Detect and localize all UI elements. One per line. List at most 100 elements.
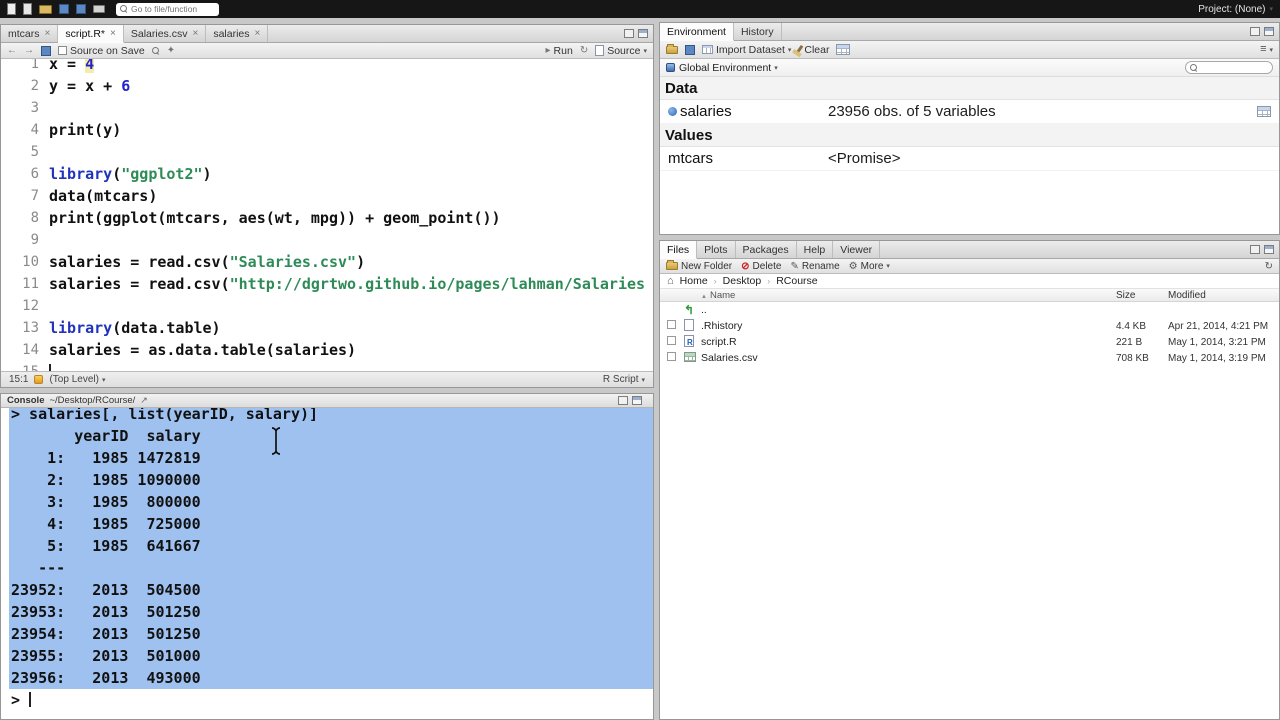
console-output-line: 23956: 2013 493000: [9, 667, 653, 689]
console-output[interactable]: > salaries[, list(yearID, salary)] yearI…: [1, 408, 653, 719]
save-all-icon[interactable]: [76, 4, 86, 14]
console-prompt-line[interactable]: >: [1, 689, 653, 711]
tab-mtcars[interactable]: mtcars ×: [1, 25, 59, 42]
tab-help[interactable]: Help: [797, 241, 834, 258]
rename-button[interactable]: ✎ Rename: [790, 261, 839, 272]
code-line[interactable]: 5: [1, 141, 653, 163]
file-name[interactable]: Salaries.csv: [701, 352, 1116, 364]
project-menu[interactable]: Project: (None) ▾: [1198, 4, 1273, 15]
scope-selector[interactable]: (Top Level) ▾: [49, 374, 105, 385]
environment-search[interactable]: [1185, 61, 1273, 74]
code-line[interactable]: 11 salaries = read.csv("http://dgrtwo.git…: [1, 273, 653, 295]
breadcrumb-item[interactable]: Desktop: [723, 275, 762, 287]
environment-search-input[interactable]: [1201, 62, 1267, 73]
tab-viewer[interactable]: Viewer: [833, 241, 881, 258]
code-line[interactable]: 4 print(y): [1, 119, 653, 141]
minimize-pane-icon[interactable]: [1250, 27, 1260, 36]
minimize-pane-icon[interactable]: [624, 29, 634, 38]
new-project-icon[interactable]: [23, 3, 32, 15]
tab-salaries-csv[interactable]: Salaries.csv ×: [124, 25, 207, 42]
close-tab-icon[interactable]: ×: [255, 28, 261, 39]
source-on-save-toggle[interactable]: Source on Save: [58, 45, 145, 57]
file-name[interactable]: ..: [701, 304, 1116, 316]
minimize-pane-icon[interactable]: [1250, 245, 1260, 254]
source-button[interactable]: Source ▾: [595, 45, 647, 57]
save-workspace-icon[interactable]: [685, 44, 695, 55]
rstudio-window: Project: (None) ▾ mtcars×script.R*×Salar…: [0, 0, 1280, 720]
file-row[interactable]: script.R 221 B May 1, 2014, 3:21 PM: [660, 334, 1279, 350]
forward-icon[interactable]: →: [24, 45, 34, 56]
env-object-row[interactable]: salaries 23956 obs. of 5 variables: [660, 100, 1279, 124]
find-replace-icon[interactable]: [151, 46, 160, 55]
save-icon[interactable]: [59, 4, 69, 14]
breadcrumb-item[interactable]: Home: [680, 275, 708, 287]
file-row[interactable]: Salaries.csv 708 KB May 1, 2014, 3:19 PM: [660, 350, 1279, 366]
back-icon[interactable]: ←: [7, 45, 17, 56]
code-line[interactable]: 10 salaries = read.csv("Salaries.csv"): [1, 251, 653, 273]
maximize-pane-icon[interactable]: [638, 29, 648, 38]
environment-scope-selector[interactable]: Global Environment ▾: [679, 62, 778, 74]
print-icon[interactable]: [93, 5, 105, 13]
code-line[interactable]: 9: [1, 229, 653, 251]
doc-type-selector[interactable]: R Script ▾: [603, 374, 645, 385]
new-file-icon[interactable]: [7, 3, 16, 15]
goto-file-search[interactable]: [116, 2, 219, 16]
goto-file-input[interactable]: [131, 4, 215, 14]
tab-files[interactable]: Files: [660, 241, 698, 259]
delete-button[interactable]: ⊘ Delete: [741, 261, 781, 272]
close-tab-icon[interactable]: ×: [45, 28, 51, 39]
checkbox-icon[interactable]: [58, 46, 67, 55]
maximize-pane-icon[interactable]: [1264, 27, 1274, 36]
file-checkbox[interactable]: [667, 352, 676, 361]
tab-environment[interactable]: Environment: [660, 23, 734, 41]
rerun-icon[interactable]: ↻: [580, 45, 588, 56]
code-line[interactable]: 14 salaries = as.data.table(salaries): [1, 339, 653, 361]
tab-packages[interactable]: Packages: [736, 241, 797, 258]
env-object-row[interactable]: mtcars <Promise>: [660, 147, 1279, 171]
minimize-pane-icon[interactable]: [618, 396, 628, 405]
tab-script-r[interactable]: script.R* ×: [58, 25, 124, 43]
code-line[interactable]: 3: [1, 97, 653, 119]
code-line[interactable]: 13 library(data.table): [1, 317, 653, 339]
file-checkbox[interactable]: [667, 336, 676, 345]
tab-salaries[interactable]: salaries ×: [206, 25, 269, 42]
close-tab-icon[interactable]: ×: [110, 28, 116, 39]
new-folder-button[interactable]: New Folder: [666, 260, 732, 272]
code-line[interactable]: 12: [1, 295, 653, 317]
file-row[interactable]: .Rhistory 4.4 KB Apr 21, 2014, 4:21 PM: [660, 318, 1279, 334]
popout-icon[interactable]: ↗: [140, 395, 148, 406]
tab-history[interactable]: History: [734, 23, 782, 40]
environment-scope-row: Global Environment ▾: [660, 59, 1279, 77]
file-name[interactable]: .Rhistory: [701, 320, 1116, 332]
run-button[interactable]: ▸ Run: [546, 45, 573, 57]
refresh-icon[interactable]: ↻: [1265, 261, 1273, 272]
file-checkbox[interactable]: [667, 320, 676, 329]
save-document-icon[interactable]: [41, 45, 51, 56]
load-workspace-icon[interactable]: [666, 43, 678, 54]
grid-view-icon[interactable]: [836, 44, 851, 55]
tab-plots[interactable]: Plots: [697, 241, 736, 258]
import-dataset-button[interactable]: Import Dataset ▾: [702, 44, 791, 56]
file-row[interactable]: ↰..: [660, 302, 1279, 318]
code-line[interactable]: 7 data(mtcars): [1, 185, 653, 207]
file-name[interactable]: script.R: [701, 336, 1116, 348]
code-line[interactable]: 2 y = x + 6: [1, 75, 653, 97]
column-size[interactable]: Size: [1116, 290, 1168, 301]
view-data-icon[interactable]: [1257, 106, 1271, 117]
breadcrumb-item[interactable]: RCourse: [776, 275, 817, 287]
open-file-icon[interactable]: [39, 4, 52, 14]
maximize-pane-icon[interactable]: [1264, 245, 1274, 254]
code-line[interactable]: 15: [1, 361, 653, 371]
code-line[interactable]: 6 library("ggplot2"): [1, 163, 653, 185]
clear-environment-button[interactable]: Clear: [796, 44, 829, 56]
code-area[interactable]: 1 x = 4 2 y = x + 6 3 4 print(y) 5 6 library("ggp…: [1, 59, 653, 371]
close-tab-icon[interactable]: ×: [192, 28, 198, 39]
more-button[interactable]: ⚙ More ▾: [849, 261, 890, 272]
list-view-button[interactable]: ≡ ▾: [1260, 44, 1273, 55]
code-tools-icon[interactable]: ✦: [167, 45, 175, 56]
column-modified[interactable]: Modified: [1168, 290, 1279, 301]
code-line[interactable]: 1 x = 4: [1, 59, 653, 75]
maximize-pane-icon[interactable]: [632, 396, 642, 405]
code-line[interactable]: 8 print(ggplot(mtcars, aes(wt, mpg)) + ge…: [1, 207, 653, 229]
column-name[interactable]: ▲ Name: [701, 290, 1116, 301]
